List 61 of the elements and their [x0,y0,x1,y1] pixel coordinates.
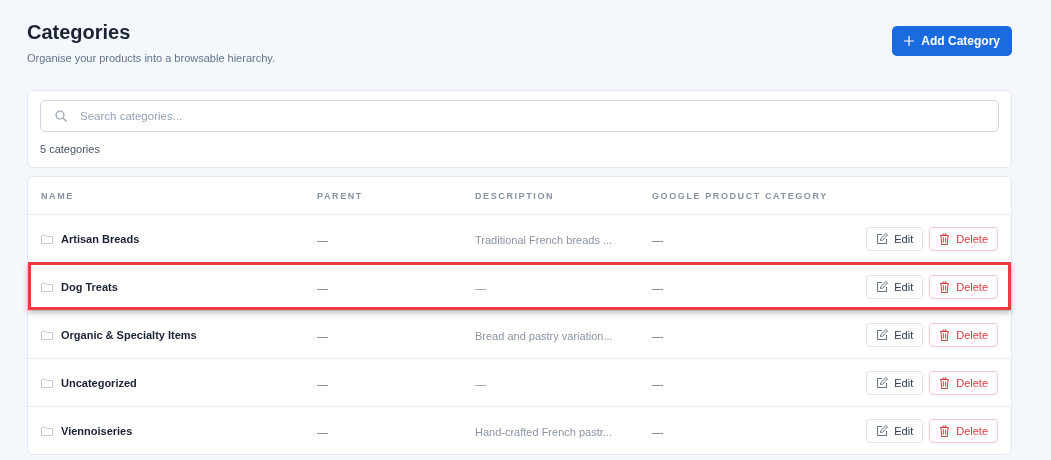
edit-icon [876,376,889,389]
table-cell: — [652,329,663,342]
table-cell: — [652,425,663,438]
table-cell: — [317,281,328,294]
folder-icon [41,425,53,436]
page-title: Categories [27,20,132,44]
trash-icon [939,424,951,437]
add-category-button[interactable]: Add Category [892,26,1012,56]
search-icon [55,110,67,122]
table-cell: Traditional French breads ... [475,233,613,246]
table-cell: — [317,425,328,438]
category-count: 5 categories [40,143,100,155]
edit-button[interactable]: Edit [866,370,924,395]
table-cell: — [317,377,328,390]
table-cell: — [652,281,663,294]
column-header: DESCRIPTION [475,190,556,201]
category-name: Artisan Breads [61,232,140,245]
page-subtitle: Organise your products into a browsable hierarchy. [27,52,276,64]
table-cell: — [652,233,663,246]
edit-icon [876,328,889,341]
folder-icon [41,377,53,388]
table-cell: — [475,281,486,294]
edit-button[interactable]: Edit [866,274,924,299]
delete-button[interactable]: Delete [929,370,998,395]
folder-icon [41,233,53,244]
category-name: Viennoiseries [61,424,133,437]
search-field[interactable]: Search categories... [40,100,999,132]
edit-icon [876,232,889,245]
column-header: NAME [41,190,75,201]
folder-icon [41,329,53,340]
table-cell: Bread and pastry variation... [475,329,613,342]
edit-icon [876,424,889,437]
category-name: Uncategorized [61,376,137,389]
plus-icon [904,36,915,46]
category-name: Dog Treats [61,280,118,293]
table-row[interactable]: Viennoiseries — Hand-crafted French pastr... — Edit Delete [28,406,1011,454]
edit-icon [876,280,889,293]
table-cell: — [317,329,328,342]
table-cell: Hand-crafted French pastr... [475,425,612,438]
table-row[interactable]: Artisan Breads — Traditional French breads ... — Edit Delete [28,214,1011,262]
delete-button[interactable]: Delete [929,322,998,347]
edit-button[interactable]: Edit [866,322,924,347]
column-header: PARENT [317,190,364,201]
table-cell: — [317,233,328,246]
category-name: Organic & Specialty Items [61,328,197,341]
trash-icon [939,328,951,341]
column-header: GOOGLE PRODUCT CATEGORY [652,190,829,201]
delete-button[interactable]: Delete [929,418,998,443]
trash-icon [939,232,951,245]
edit-button[interactable]: Edit [866,226,924,251]
folder-icon [41,281,53,292]
table-cell: — [475,377,486,390]
table-cell: — [652,377,663,390]
selected-row[interactable]: Dog Treats — — — Edit Delete [28,262,1011,310]
table-row[interactable]: Uncategorized — — — Edit Delete [28,358,1011,406]
table-row[interactable]: Organic & Specialty Items — Bread and pastry variation... — Edit Delete [28,310,1011,358]
delete-button[interactable]: Delete [929,226,998,251]
trash-icon [939,376,951,389]
delete-button[interactable]: Delete [929,274,998,299]
trash-icon [939,280,951,293]
edit-button[interactable]: Edit [866,418,924,443]
